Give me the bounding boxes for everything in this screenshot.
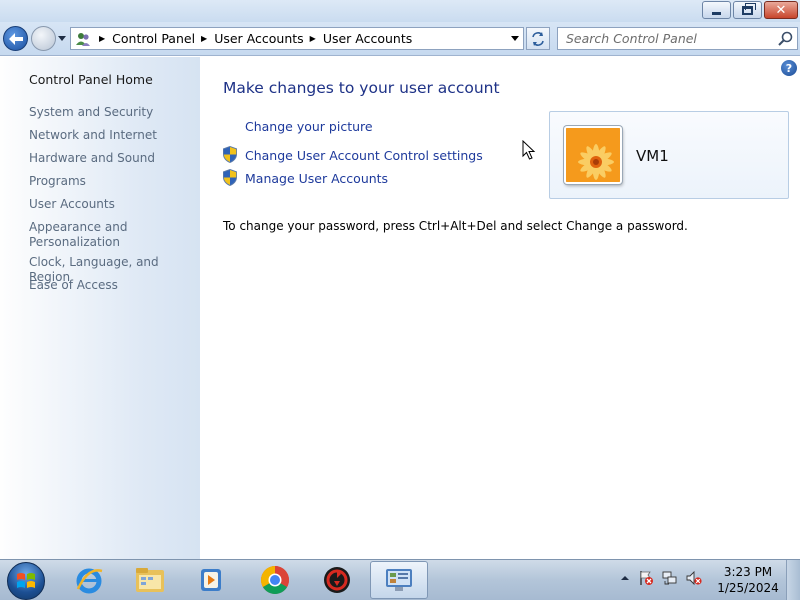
user-picture[interactable] — [564, 126, 622, 184]
breadcrumb-arrow-icon[interactable]: ▶ — [99, 34, 105, 43]
recent-pages-dropdown-icon[interactable] — [58, 34, 66, 42]
user-name: VM1 — [636, 147, 669, 165]
orange-flower-picture — [566, 128, 620, 182]
network-tray[interactable] — [662, 570, 678, 586]
sidebar-item-network-and-internet[interactable]: Network and Internet — [29, 128, 194, 143]
control-panel-home-link[interactable]: Control Panel Home — [29, 72, 153, 87]
chevron-up-icon — [621, 576, 629, 580]
taskbar-control-panel[interactable] — [370, 561, 428, 599]
media-player-icon — [201, 569, 221, 591]
network-icon — [662, 571, 677, 585]
windows-explorer-icon — [136, 568, 164, 592]
breadcrumb-arrow-icon[interactable]: ▶ — [201, 34, 207, 43]
window-title-bar: ✕ — [0, 0, 800, 22]
minimize-icon — [712, 11, 721, 15]
clock-date: 1/25/2024 — [717, 581, 779, 595]
sidebar-item-hardware-and-sound[interactable]: Hardware and Sound — [29, 151, 194, 166]
close-button[interactable]: ✕ — [764, 1, 798, 19]
change-picture-link[interactable]: Change your picture — [245, 119, 373, 134]
manage-user-accounts-link[interactable]: Manage User Accounts — [245, 171, 388, 186]
show-desktop-button[interactable] — [786, 560, 800, 600]
restore-icon — [742, 2, 756, 15]
control-panel-users-icon — [73, 29, 93, 49]
clock-time: 3:23 PM — [723, 565, 773, 579]
recovery-app-icon — [324, 567, 350, 593]
volume-tray[interactable] — [686, 570, 702, 586]
page-title: Make changes to your user account — [223, 79, 500, 97]
sidebar-item-system-and-security[interactable]: System and Security — [29, 105, 194, 120]
show-hidden-icons-button[interactable] — [620, 573, 630, 583]
search-box[interactable] — [557, 27, 798, 50]
address-bar[interactable]: ▶ Control Panel ▶ User Accounts ▶ User A… — [70, 27, 524, 50]
mouse-cursor-icon — [522, 140, 536, 160]
breadcrumb-arrow-icon[interactable]: ▶ — [310, 34, 316, 43]
taskbar-internet-explorer[interactable] — [60, 561, 118, 599]
windows-logo-icon — [17, 573, 35, 588]
taskbar-media-player[interactable] — [182, 561, 240, 599]
breadcrumb-control-panel[interactable]: Control Panel — [112, 31, 195, 46]
chrome-icon — [261, 566, 289, 594]
main-content: ? Make changes to your user account Chan… — [200, 57, 800, 559]
sidebar-item-programs[interactable]: Programs — [29, 174, 194, 189]
password-instructions: To change your password, press Ctrl+Alt+… — [223, 219, 688, 233]
user-account-card: VM1 — [549, 111, 789, 199]
breadcrumb-user-accounts[interactable]: User Accounts — [214, 31, 303, 46]
taskbar-clock[interactable]: 3:23 PM 1/25/2024 — [715, 564, 781, 596]
start-button[interactable] — [7, 562, 45, 600]
back-arrow-icon — [8, 32, 23, 45]
volume-muted-icon — [686, 570, 702, 586]
search-input[interactable] — [558, 28, 768, 49]
action-center-flag-icon — [640, 571, 653, 585]
action-center-tray[interactable] — [638, 570, 654, 586]
control-panel-icon — [386, 569, 412, 591]
taskbar: 3:23 PM 1/25/2024 — [0, 559, 800, 600]
sidebar-item-ease-of-access[interactable]: Ease of Access — [29, 278, 194, 293]
internet-explorer-icon — [76, 568, 103, 594]
left-navigation-pane: Control Panel Home System and Security N… — [0, 57, 200, 559]
uac-shield-icon — [223, 146, 237, 163]
maximize-button[interactable] — [733, 1, 762, 19]
refresh-button[interactable] — [526, 27, 550, 50]
taskbar-recovery-app[interactable] — [308, 561, 366, 599]
back-button[interactable] — [3, 26, 28, 51]
help-icon[interactable]: ? — [781, 60, 797, 76]
minimize-button[interactable] — [702, 1, 731, 19]
change-uac-settings-link[interactable]: Change User Account Control settings — [245, 148, 483, 163]
taskbar-chrome[interactable] — [246, 561, 304, 599]
search-icon[interactable] — [778, 31, 793, 46]
address-history-dropdown-icon[interactable] — [511, 36, 519, 41]
system-tray — [620, 570, 710, 586]
forward-button[interactable] — [31, 26, 56, 51]
navigation-bar: ▶ Control Panel ▶ User Accounts ▶ User A… — [0, 22, 800, 56]
refresh-icon — [532, 31, 544, 46]
sidebar-item-user-accounts[interactable]: User Accounts — [29, 197, 194, 212]
sidebar-item-appearance-and-personalization[interactable]: Appearance and Personalization — [29, 220, 129, 250]
close-icon: ✕ — [775, 2, 787, 18]
breadcrumb-user-accounts-current[interactable]: User Accounts — [323, 31, 412, 46]
taskbar-windows-explorer[interactable] — [121, 561, 179, 599]
uac-shield-icon — [223, 169, 237, 186]
